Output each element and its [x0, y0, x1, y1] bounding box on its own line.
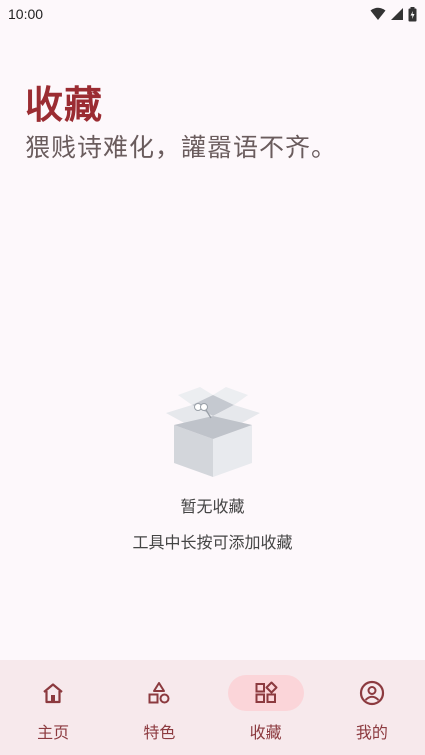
nav-item-profile[interactable]: 我的: [319, 675, 425, 743]
nav-item-featured[interactable]: 特色: [106, 675, 212, 743]
nav-item-favorites[interactable]: 收藏: [213, 675, 319, 743]
home-icon: [15, 675, 91, 711]
status-icons: [370, 6, 417, 22]
wifi-icon: [370, 7, 386, 21]
empty-hint: 工具中长按可添加收藏: [132, 533, 293, 552]
grid-diamond-icon: [227, 675, 304, 711]
page-title: 收藏: [25, 83, 104, 127]
profile-icon: [334, 675, 410, 711]
nav-label-profile: 我的: [355, 723, 388, 742]
page-subtitle: 猥贱诗难化，讙嚣语不齐。: [25, 133, 338, 162]
empty-state: 暂无收藏 工具中长按可添加收藏: [0, 385, 425, 553]
empty-title: 暂无收藏: [180, 497, 245, 516]
empty-box-icon: [158, 385, 268, 481]
status-bar: 10:00: [0, 0, 425, 28]
battery-icon: [408, 6, 417, 22]
nav-label-home: 主页: [37, 723, 70, 742]
favorites-screen: 10:00 收藏 猥贱诗难化，讙嚣语不齐。 暂无收藏 工具中长按可添加收藏 主页…: [0, 0, 425, 755]
cellular-signal-icon: [390, 7, 404, 21]
status-time: 10:00: [8, 6, 44, 22]
bottom-nav: 主页 特色 收藏 我的: [0, 660, 425, 755]
shapes-icon: [121, 675, 197, 711]
nav-label-featured: 特色: [143, 723, 176, 742]
nav-item-home[interactable]: 主页: [0, 675, 106, 743]
nav-label-favorites: 收藏: [249, 723, 282, 742]
